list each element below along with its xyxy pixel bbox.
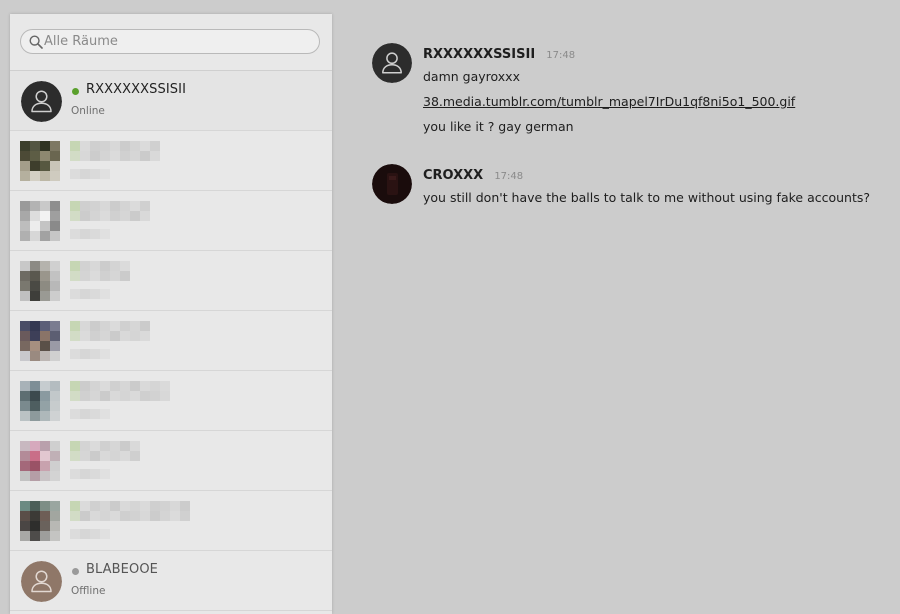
message-link[interactable]: 38.media.tumblr.com/tumblr_mapel7IrDu1qf… (423, 94, 795, 109)
pixelated-avatar (20, 441, 60, 481)
pixelated-room-name (70, 501, 190, 521)
pixelated-room-name (70, 441, 190, 461)
message-text: damn gayroxxx (423, 69, 520, 84)
message-time: 17:48 (494, 171, 524, 182)
room-item-censored[interactable] (10, 191, 332, 251)
room-item-censored[interactable] (10, 251, 332, 311)
search-input[interactable] (44, 32, 314, 51)
pixelated-avatar (20, 501, 60, 541)
pixelated-room-status (70, 409, 110, 419)
search-bar (10, 14, 332, 71)
room-item-censored[interactable] (10, 311, 332, 371)
room-item-censored[interactable] (10, 431, 332, 491)
online-indicator (72, 88, 79, 95)
pixelated-avatar (20, 201, 60, 241)
pixelated-room-status (70, 229, 110, 239)
search-box[interactable] (20, 29, 320, 54)
room-name: BLABEOOE (86, 562, 158, 577)
message-text: you still don't have the balls to talk t… (423, 190, 871, 205)
room-status: Offline (71, 585, 106, 597)
user-icon (21, 81, 62, 122)
message-author[interactable]: CROXXX (423, 168, 483, 183)
room-item-censored[interactable] (10, 131, 332, 191)
room-name: RXXXXXXSSISII (86, 82, 187, 97)
room-item-rxxxxxxssisii[interactable]: RXXXXXXSSISII Online (10, 71, 332, 131)
offline-indicator (72, 568, 79, 575)
pixelated-room-status (70, 469, 110, 479)
message-header: RXXXXXXSSISII 17:48 (423, 43, 575, 62)
pixelated-room-name (70, 381, 190, 401)
pixelated-room-status (70, 289, 110, 299)
pixelated-room-name (70, 261, 190, 281)
pixelated-room-name (70, 141, 190, 161)
room-status: Online (71, 105, 105, 117)
user-icon (21, 561, 62, 602)
room-item-blabeooe[interactable]: BLABEOOE Offline (10, 551, 332, 611)
pixelated-avatar (20, 321, 60, 361)
pixelated-room-status (70, 349, 110, 359)
room-item-censored[interactable] (10, 491, 332, 551)
pixelated-avatar (20, 141, 60, 181)
room-item-censored[interactable] (10, 371, 332, 431)
search-icon (29, 35, 43, 49)
message-author[interactable]: RXXXXXXSSISII (423, 47, 535, 62)
dark-avatar[interactable] (372, 164, 412, 204)
pixelated-room-status (70, 529, 110, 539)
pixelated-room-name (70, 201, 190, 221)
room-sidebar: RXXXXXXSSISII Online BLABEOOE Offline (10, 14, 332, 614)
user-icon[interactable] (372, 43, 412, 83)
chat-panel: RXXXXXXSSISII 17:48 damn gayroxxx 38.med… (350, 0, 890, 614)
pixelated-room-status (70, 169, 110, 179)
pixelated-avatar (20, 261, 60, 301)
message-text: you like it ? gay german (423, 119, 574, 134)
pixelated-avatar (20, 381, 60, 421)
message-header: CROXXX 17:48 (423, 164, 523, 183)
message-time: 17:48 (546, 50, 576, 61)
pixelated-room-name (70, 321, 190, 341)
